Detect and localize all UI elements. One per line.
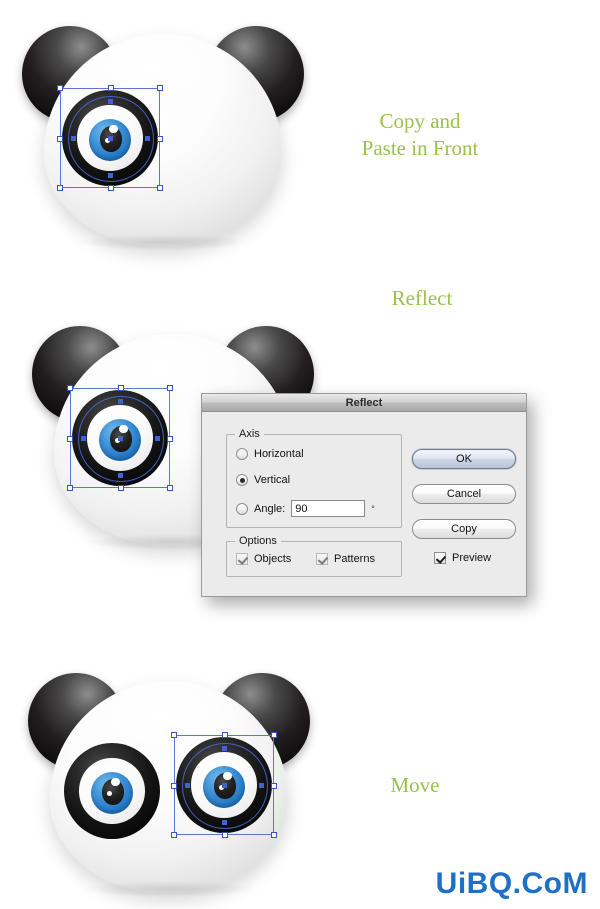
radio-row-horizontal[interactable]: Horizontal: [236, 448, 304, 460]
objects-checkbox-label: Objects: [254, 553, 292, 565]
selection-handle-middle-left[interactable]: [57, 136, 63, 142]
selection-handle-middle-right[interactable]: [271, 783, 277, 789]
selection-handle-middle-right[interactable]: [157, 136, 163, 142]
selection-handle-middle-right[interactable]: [167, 436, 173, 442]
panda-eye-left[interactable]: [64, 743, 160, 839]
path-anchor-right[interactable]: [259, 783, 264, 788]
dialog-titlebar[interactable]: Reflect: [202, 394, 526, 412]
selection-handle-top-right[interactable]: [271, 732, 277, 738]
watermark: UiBQ.CoM: [435, 867, 588, 900]
path-anchor-bottom[interactable]: [222, 820, 227, 825]
checkbox-row-preview[interactable]: Preview: [434, 552, 491, 564]
path-anchor-right[interactable]: [155, 436, 160, 441]
cancel-button[interactable]: Cancel: [412, 484, 516, 504]
radio-row-vertical[interactable]: Vertical: [236, 474, 290, 486]
radio-horizontal-icon[interactable]: [236, 448, 248, 460]
path-anchor-bottom[interactable]: [108, 173, 113, 178]
radio-angle-icon[interactable]: [236, 502, 248, 515]
panda-illustration-bottom: [24, 665, 314, 897]
path-anchor-top[interactable]: [108, 99, 113, 104]
preview-checkbox-icon[interactable]: [434, 552, 446, 564]
eye-highlight-large: [111, 777, 120, 787]
radio-horizontal-label: Horizontal: [254, 448, 304, 460]
selection-handle-bottom-center[interactable]: [222, 832, 228, 838]
selection-handle-top-right[interactable]: [157, 85, 163, 91]
radio-vertical-label: Vertical: [254, 474, 291, 486]
patterns-checkbox-label: Patterns: [334, 553, 375, 565]
panda-illustration-top: [18, 18, 308, 250]
selection-handle-top-right[interactable]: [167, 385, 173, 391]
copy-button[interactable]: Copy: [412, 519, 516, 539]
step-label-reflect: Reflect: [391, 286, 453, 310]
selection-bounding-box[interactable]: [171, 732, 277, 838]
selection-handle-top-center[interactable]: [118, 385, 124, 391]
selection-handle-middle-left[interactable]: [171, 783, 177, 789]
selection-handle-bottom-right[interactable]: [167, 485, 173, 491]
selection-handle-top-center[interactable]: [108, 85, 114, 91]
selection-handle-top-left[interactable]: [57, 85, 63, 91]
path-anchor-center[interactable]: [118, 436, 123, 441]
dialog-body: Axis Horizontal Vertical Angle: 90 ° Opt…: [202, 412, 526, 596]
radio-vertical-icon[interactable]: [236, 474, 248, 486]
degree-symbol-label: °: [371, 503, 375, 514]
step-label-move: Move: [390, 773, 440, 797]
radio-angle-label: Angle:: [254, 502, 286, 515]
selection-bounding-box[interactable]: [57, 85, 163, 191]
step-label-copy-paste: Copy and Paste in Front: [361, 109, 479, 160]
selection-handle-top-left[interactable]: [67, 385, 73, 391]
preview-checkbox-label: Preview: [452, 552, 492, 564]
checkbox-row-patterns[interactable]: Patterns: [316, 553, 375, 565]
objects-checkbox-icon[interactable]: [236, 553, 248, 565]
path-anchor-left[interactable]: [71, 136, 76, 141]
ok-button[interactable]: OK: [412, 449, 516, 469]
path-anchor-left[interactable]: [185, 783, 190, 788]
selection-handle-middle-left[interactable]: [67, 436, 73, 442]
selection-handle-bottom-left[interactable]: [171, 832, 177, 838]
selection-handle-top-center[interactable]: [222, 732, 228, 738]
path-anchor-left[interactable]: [81, 436, 86, 441]
reflect-dialog[interactable]: Reflect Axis Horizontal Vertical Angle: …: [201, 393, 527, 597]
path-anchor-top[interactable]: [118, 399, 123, 404]
path-anchor-top[interactable]: [222, 746, 227, 751]
selection-handle-bottom-left[interactable]: [57, 185, 63, 191]
path-anchor-bottom[interactable]: [118, 473, 123, 478]
path-anchor-center[interactable]: [108, 136, 113, 141]
dialog-title: Reflect: [345, 396, 383, 409]
path-anchor-right[interactable]: [145, 136, 150, 141]
selection-handle-bottom-right[interactable]: [157, 185, 163, 191]
angle-input[interactable]: 90: [291, 500, 366, 517]
selection-handle-top-left[interactable]: [171, 732, 177, 738]
checkbox-row-objects[interactable]: Objects: [236, 553, 291, 565]
axis-group-legend: Axis: [235, 428, 264, 440]
selection-handle-bottom-right[interactable]: [271, 832, 277, 838]
selection-handle-bottom-left[interactable]: [67, 485, 73, 491]
selection-handle-bottom-center[interactable]: [118, 485, 124, 491]
options-group-legend: Options: [235, 535, 281, 547]
selection-handle-bottom-center[interactable]: [108, 185, 114, 191]
radio-row-angle[interactable]: Angle: 90 °: [236, 500, 375, 517]
patterns-checkbox-icon[interactable]: [316, 553, 328, 565]
selection-bounding-box[interactable]: [67, 385, 173, 491]
path-anchor-center[interactable]: [222, 783, 227, 788]
